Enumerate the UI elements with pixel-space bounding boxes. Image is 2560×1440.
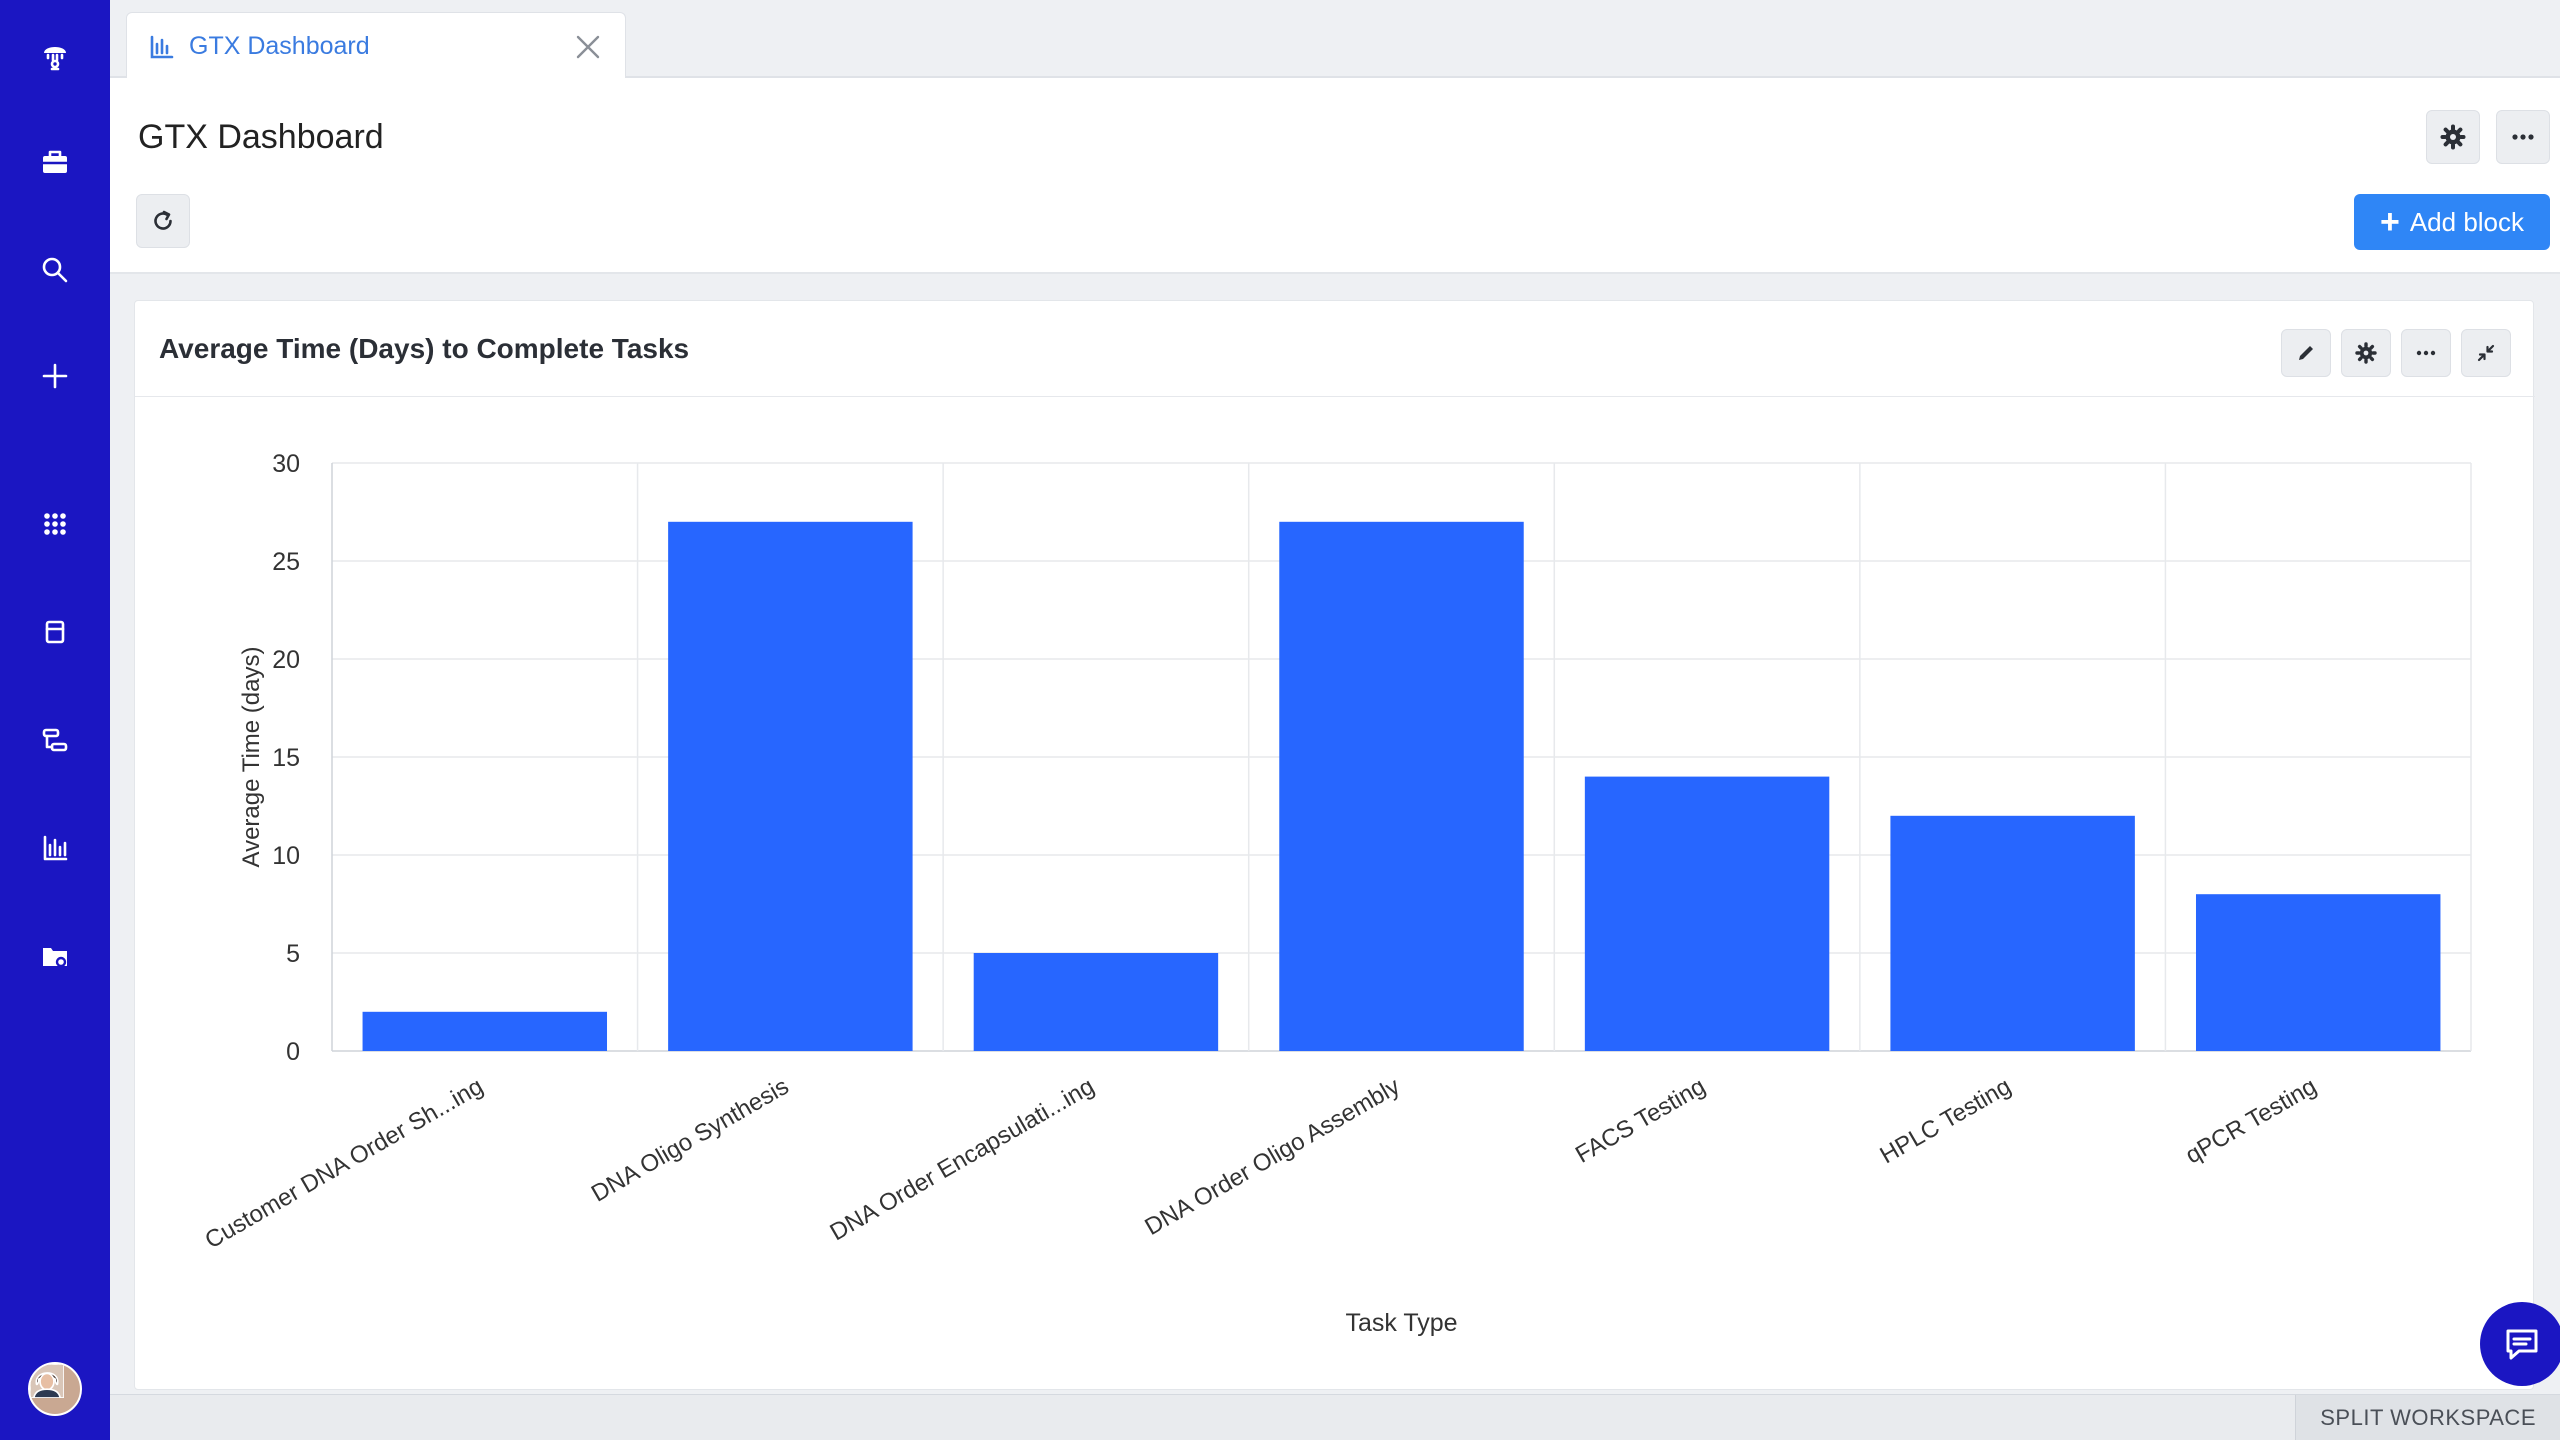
bar-0[interactable] (362, 1011, 608, 1051)
y-tick-label: 25 (272, 548, 300, 576)
bar-chart-icon (149, 34, 175, 60)
footer-bar: SPLIT WORKSPACE (110, 1394, 2560, 1440)
rail-search-button[interactable] (25, 240, 85, 300)
bar-2[interactable] (973, 953, 1219, 1051)
x-tick-label: DNA Order Oligo Assembly (1140, 1073, 1404, 1241)
tab-bar: GTX Dashboard (110, 0, 2560, 80)
folder-settings-icon (43, 948, 67, 968)
gear-icon (2440, 124, 2466, 150)
briefcase-icon (41, 150, 69, 173)
tab-gtx-dashboard[interactable]: GTX Dashboard (126, 12, 626, 80)
rail-insights-button[interactable] (25, 818, 85, 878)
more-horizontal-icon (2512, 134, 2534, 140)
x-tick-label: FACS Testing (1571, 1073, 1710, 1169)
nav-rail (0, 0, 110, 1440)
rail-projects-button[interactable] (25, 132, 85, 192)
bar-3[interactable] (1279, 521, 1524, 1051)
y-tick-label: 20 (272, 646, 300, 674)
bar-chart-icon (43, 835, 68, 861)
rail-apps-button[interactable] (25, 494, 85, 554)
rail-inventory-button[interactable] (25, 602, 85, 662)
x-axis-label: Task Type (1345, 1309, 1457, 1337)
bar-chart: 0 5 10 15 20 25 30 Customer DNA Order Sh...ing… (201, 450, 2472, 1337)
jellyfish-logo-icon (44, 47, 66, 71)
add-block-label: Add block (2409, 206, 2525, 237)
logo-button[interactable] (25, 26, 85, 86)
workflow-icon (42, 728, 68, 752)
x-tick-label: DNA Order Encapsulati...ing (825, 1073, 1098, 1246)
y-axis-ticks: 0 5 10 15 20 25 30 (272, 450, 300, 1066)
plus-icon: + (2379, 203, 2400, 241)
y-tick-label: 30 (272, 450, 300, 478)
rail-folders-button[interactable] (25, 926, 85, 986)
x-tick-label: DNA Oligo Synthesis (587, 1073, 793, 1208)
split-workspace-button[interactable]: SPLIT WORKSPACE (2295, 1395, 2560, 1440)
x-tick-label: Customer DNA Order Sh...ing (201, 1073, 488, 1254)
rail-create-button[interactable] (25, 346, 85, 406)
chat-icon (2506, 1329, 2538, 1360)
user-portrait-icon (30, 1364, 65, 1399)
tab-label: GTX Dashboard (189, 32, 370, 60)
add-block-button[interactable]: + Add block (2354, 194, 2550, 250)
apps-grid-icon (44, 513, 66, 535)
app-window: GTX Dashboard GTX Dashboard + Add block … (0, 0, 2560, 1440)
user-avatar[interactable] (28, 1362, 82, 1416)
rail-workflow-button[interactable] (25, 710, 85, 770)
plus-icon (42, 363, 68, 389)
y-tick-label: 15 (272, 744, 300, 772)
close-icon[interactable] (573, 32, 603, 62)
page-header: GTX Dashboard + Add block (110, 78, 2560, 274)
chart-bars (362, 521, 2441, 1051)
bar-6[interactable] (2195, 894, 2441, 1051)
x-tick-label: HPLC Testing (1875, 1073, 2015, 1170)
refresh-icon (154, 210, 172, 230)
page-title: GTX Dashboard (138, 118, 384, 156)
bar-5[interactable] (1890, 815, 2135, 1051)
chart-block: Average Time (Days) to Complete Tasks 0 … (134, 300, 2535, 1390)
search-icon (42, 257, 68, 283)
chat-support-button[interactable] (2480, 1302, 2560, 1386)
refresh-button[interactable] (136, 194, 190, 248)
bar-4[interactable] (1584, 776, 1830, 1051)
y-axis-label: Average Time (days) (238, 647, 265, 868)
x-tick-label: qPCR Testing (2181, 1073, 2321, 1170)
dashboard-settings-button[interactable] (2426, 110, 2480, 164)
y-tick-label: 10 (272, 842, 300, 870)
x-axis-ticks: Customer DNA Order Sh...ing DNA Oligo Syn… (201, 1073, 2322, 1254)
y-tick-label: 5 (286, 940, 300, 968)
bar-1[interactable] (668, 521, 913, 1051)
inventory-box-icon (45, 620, 65, 644)
y-tick-label: 0 (286, 1038, 300, 1066)
dashboard-more-button[interactable] (2496, 110, 2550, 164)
